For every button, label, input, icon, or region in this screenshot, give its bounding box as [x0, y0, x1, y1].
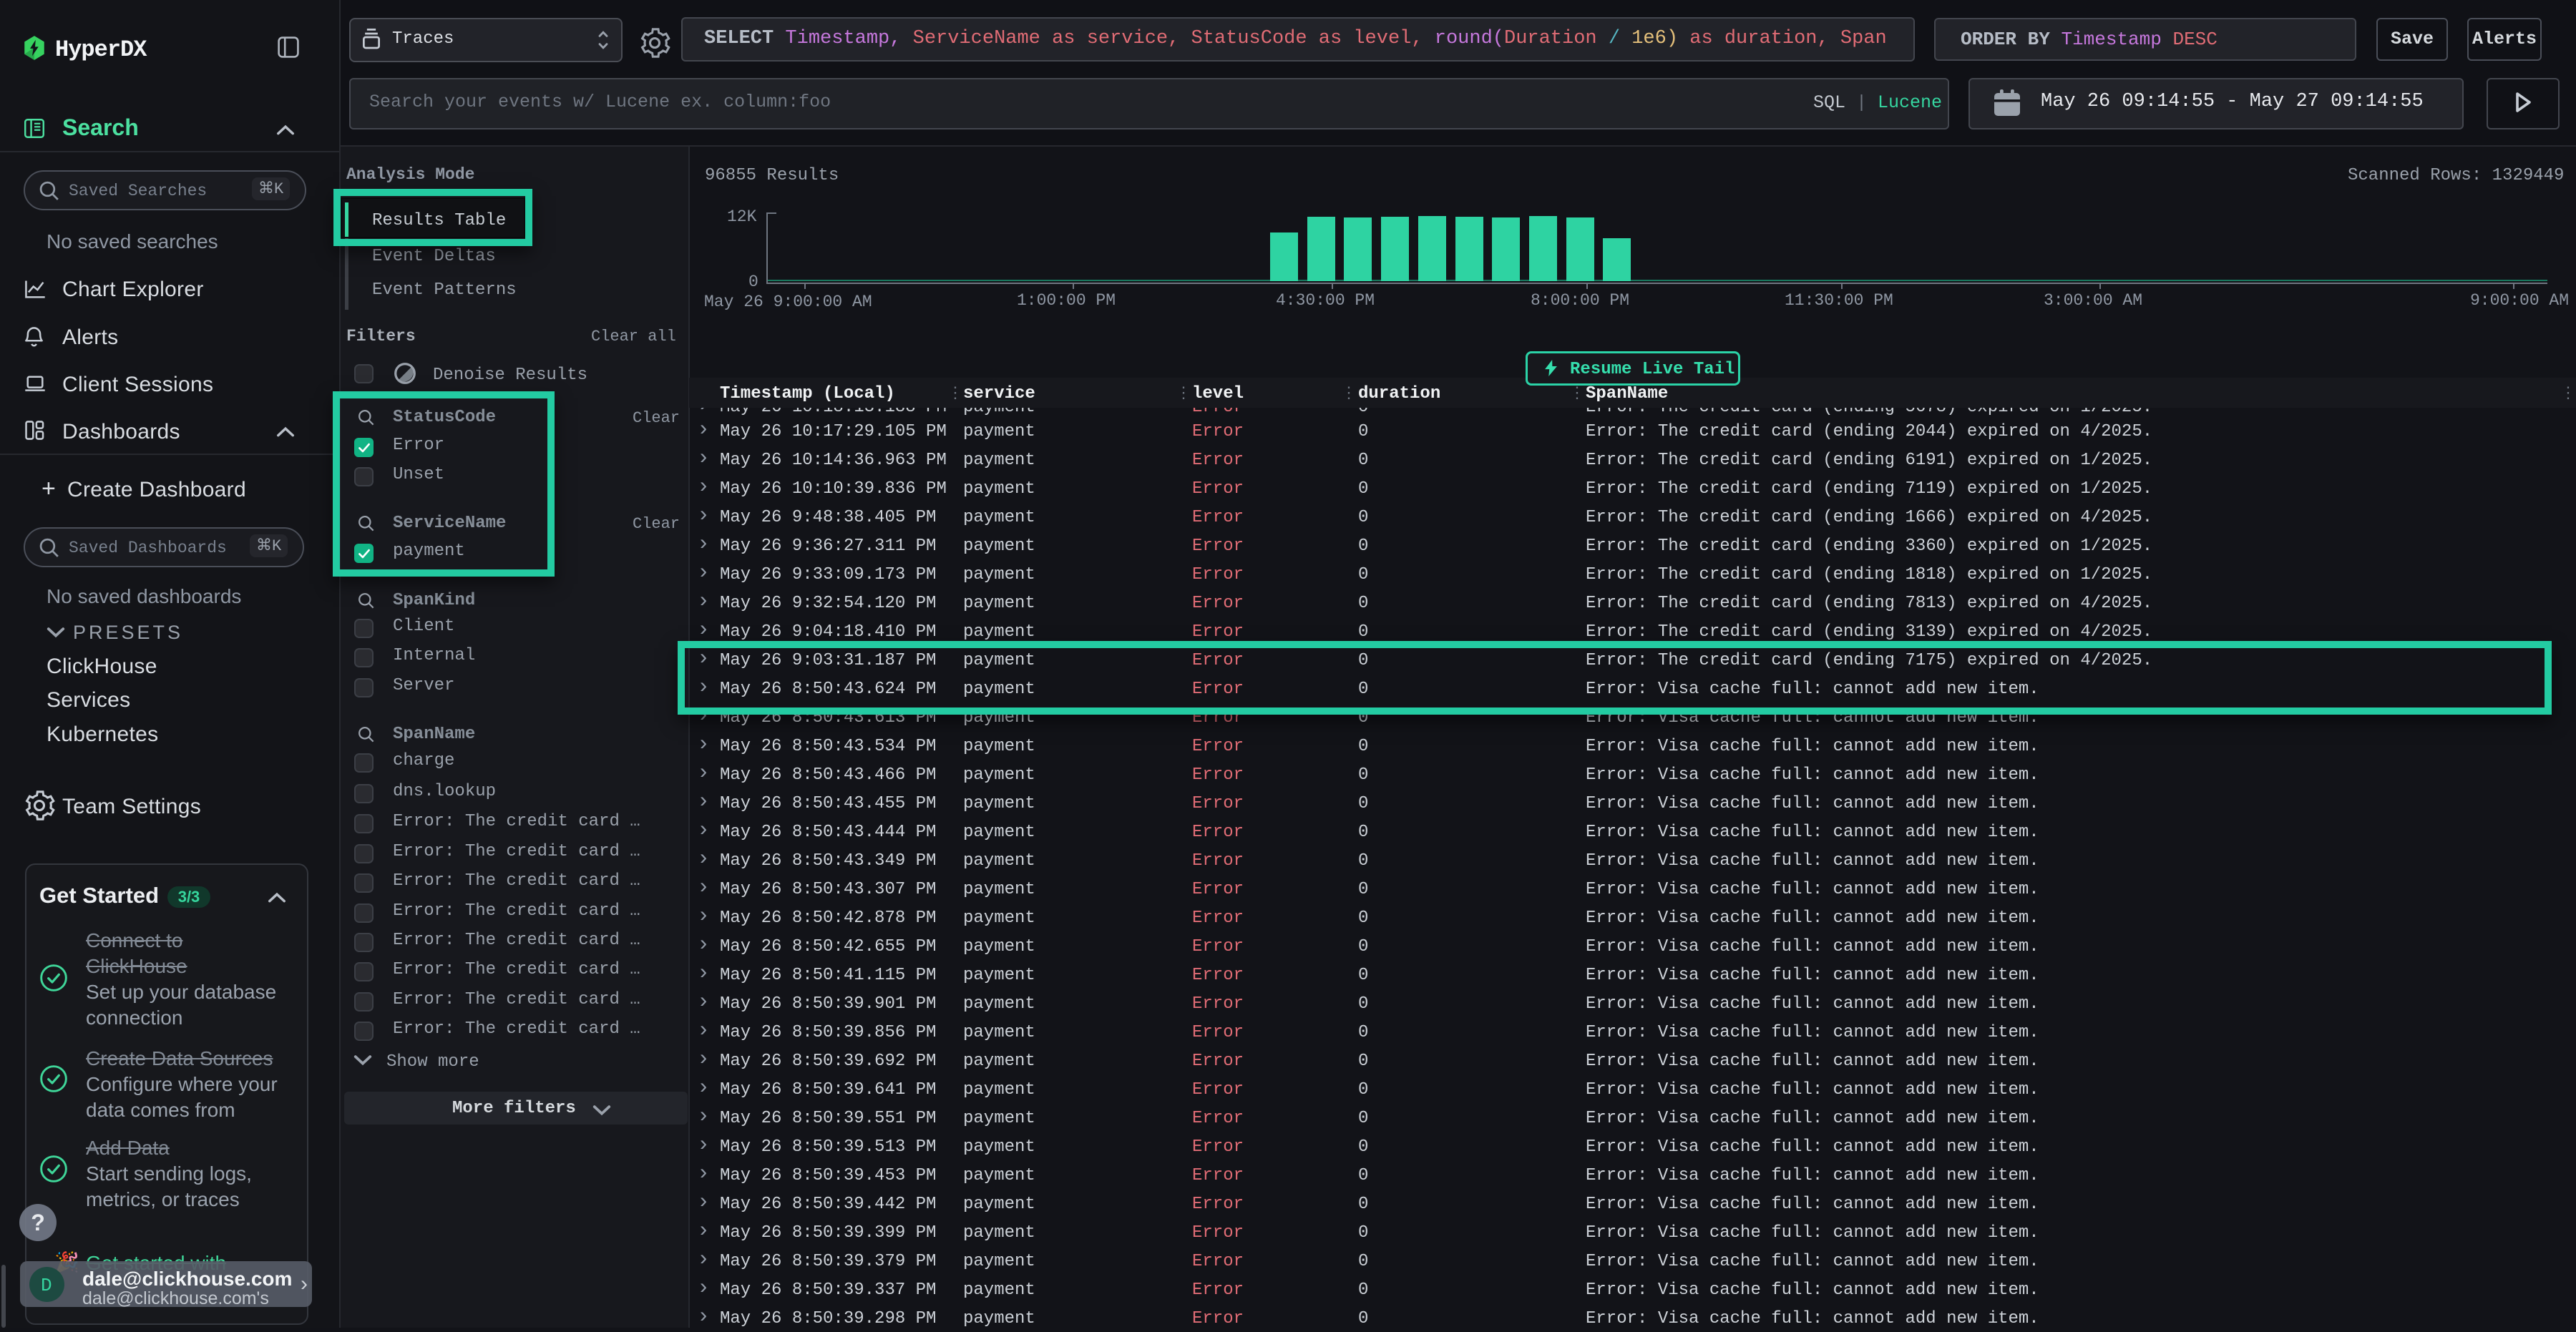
svg-text:?: ?: [31, 1210, 45, 1235]
